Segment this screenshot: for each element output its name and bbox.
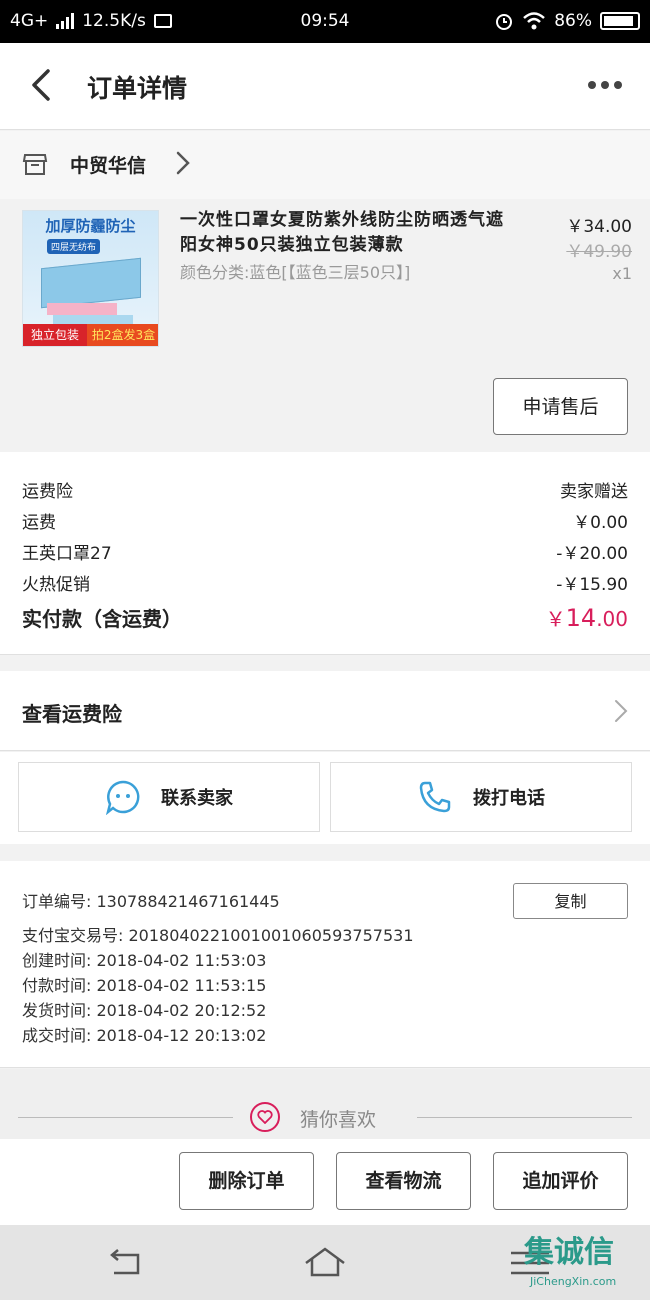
back-icon[interactable] [22, 65, 62, 105]
recommendation-divider: 猜你喜欢 [0, 1069, 650, 1139]
watermark-text-cn: 集诚信 [524, 1235, 614, 1270]
paid-time: 付款时间: 2018-04-02 11:53:15 [22, 976, 267, 995]
contact-seller-label: 联系卖家 [161, 788, 233, 809]
fee-label: 运费险 [22, 481, 73, 502]
product-spec: 颜色分类:蓝色[【蓝色三层50只】] [180, 263, 411, 282]
fee-row-coupon: 王英口罩27 -￥20.00 [22, 536, 628, 566]
product-price: ￥34.00 [566, 217, 632, 237]
shipped-time: 发货时间: 2018-04-02 20:12:52 [22, 1001, 267, 1020]
heart-icon [250, 1102, 280, 1132]
page-title: 订单详情 [87, 74, 188, 103]
watermark-logo: 集诚信 JiChengXin.com [524, 1225, 644, 1300]
apply-after-sale-button[interactable]: 申请售后 [493, 378, 628, 435]
call-phone-label: 拨打电话 [473, 788, 545, 809]
total-integer: 14 [565, 603, 597, 632]
alipay-transaction-number: 支付宝交易号: 2018040221001001060593757531 [22, 926, 414, 945]
fee-row-shipping: 运费 ￥0.00 [22, 505, 628, 535]
thumbnail-box [41, 257, 141, 309]
thumbnail-tag-right: 拍2盒发3盒 [87, 324, 158, 346]
total-currency: ￥ [545, 606, 566, 631]
total-value: ￥14.00 [546, 603, 628, 632]
more-icon[interactable] [588, 73, 628, 97]
back-nav-icon[interactable] [100, 1245, 150, 1281]
chat-bubble-icon [105, 780, 140, 815]
chevron-right-icon [176, 151, 190, 175]
delete-order-button[interactable]: 删除订单 [179, 1152, 314, 1210]
recommendation-label: 猜你喜欢 [300, 1109, 377, 1131]
fee-value: 卖家赠送 [560, 481, 628, 502]
phone-icon [419, 781, 451, 813]
home-nav-icon[interactable] [300, 1245, 350, 1281]
product-original-price: ￥49.90 [566, 242, 632, 262]
view-shipping-insurance-label: 查看运费险 [22, 702, 122, 726]
watermark-text-en: JiChengXin.com [530, 1275, 617, 1288]
total-label: 实付款（含运费） [22, 606, 182, 631]
fee-value: -￥15.90 [556, 574, 628, 595]
battery-icon [600, 12, 640, 30]
view-logistics-button[interactable]: 查看物流 [336, 1152, 471, 1210]
nav-bar: 订单详情 [0, 43, 650, 130]
call-phone-button[interactable]: 拨打电话 [330, 762, 632, 832]
fee-value: -￥20.00 [556, 543, 628, 564]
completed-time: 成交时间: 2018-04-12 20:13:02 [22, 1026, 267, 1045]
fee-label: 火热促销 [22, 574, 90, 595]
copy-button[interactable]: 复制 [513, 883, 628, 919]
alarm-icon [496, 14, 513, 30]
chevron-right-icon [615, 700, 628, 722]
shop-icon [22, 154, 48, 175]
created-time: 创建时间: 2018-04-02 11:53:03 [22, 951, 267, 970]
divider-line-left [18, 1117, 233, 1118]
thumbnail-tag-left: 独立包装 [23, 324, 87, 346]
product-title[interactable]: 一次性口罩女夏防紫外线防尘防晒透气遮阳女神50只装独立包装薄款 [180, 208, 510, 258]
fee-label: 运费 [22, 512, 56, 533]
thumbnail-mask-pink [47, 303, 117, 315]
shop-name: 中贸华信 [70, 155, 147, 177]
battery-level: 86% [554, 11, 592, 31]
thumbnail-banner: 加厚防霾防尘 [45, 217, 136, 235]
contact-bar: 联系卖家 拨打电话 [0, 752, 650, 844]
product-item[interactable]: 加厚防霾防尘 四层无纺布 独立包装 拍2盒发3盒 一次性口罩女夏防紫外线防尘防晒… [0, 200, 650, 450]
product-quantity: x1 [612, 264, 632, 283]
fee-row-total: 实付款（含运费） ￥14.00 [22, 600, 628, 634]
fee-row-promotion: 火热促销 -￥15.90 [22, 567, 628, 597]
order-info: 订单编号: 130788421467161445 支付宝交易号: 2018040… [0, 861, 650, 1068]
product-thumbnail[interactable]: 加厚防霾防尘 四层无纺布 独立包装 拍2盒发3盒 [22, 210, 159, 347]
wifi-icon [523, 12, 546, 30]
contact-seller-button[interactable]: 联系卖家 [18, 762, 320, 832]
view-shipping-insurance-row[interactable]: 查看运费险 [0, 671, 650, 751]
system-nav-bar: 集诚信 JiChengXin.com [0, 1225, 650, 1300]
fee-value: ￥0.00 [573, 512, 628, 533]
fee-summary: 运费险 卖家赠送 运费 ￥0.00 王英口罩27 -￥20.00 火热促销 -￥… [0, 452, 650, 655]
fee-label: 王英口罩27 [22, 543, 112, 564]
add-review-button[interactable]: 追加评价 [493, 1152, 628, 1210]
divider-line-right [417, 1117, 632, 1118]
order-action-bar: 删除订单 查看物流 追加评价 [0, 1139, 650, 1225]
status-bar: 4G+ 12.5K/s 09:54 86% [0, 0, 650, 43]
fee-row-shipping-insurance: 运费险 卖家赠送 [22, 474, 628, 504]
thumbnail-subtitle: 四层无纺布 [47, 239, 101, 254]
order-number: 订单编号: 130788421467161445 [22, 892, 280, 911]
shop-header[interactable]: 中贸华信 [0, 131, 650, 199]
total-decimal: .00 [596, 606, 628, 631]
